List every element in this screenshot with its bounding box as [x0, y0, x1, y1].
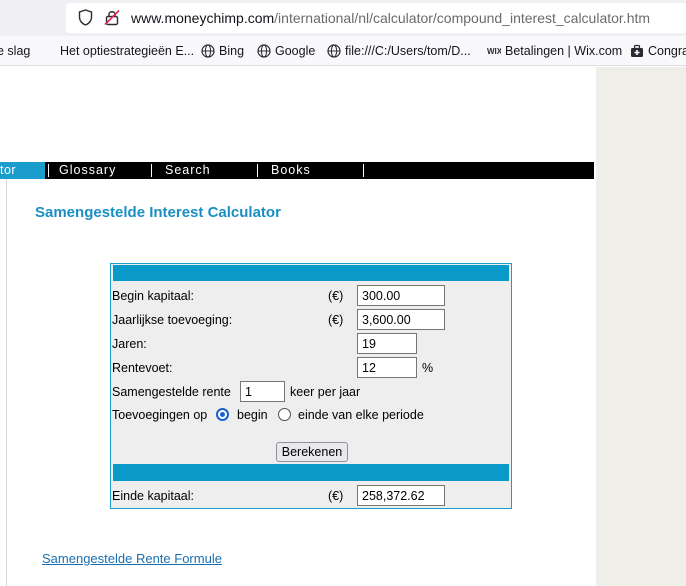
globe-icon — [201, 44, 215, 58]
bookmark-item[interactable]: e slag — [0, 44, 30, 58]
compound-formula-link[interactable]: Samengestelde Rente Formule — [42, 551, 222, 566]
calculate-button[interactable]: Berekenen — [276, 442, 348, 462]
medical-bag-icon — [631, 44, 643, 57]
radio-begin-label: begin — [237, 408, 268, 422]
radio-begin[interactable] — [216, 408, 229, 421]
svg-text:WIX: WIX — [487, 47, 501, 56]
begin-capital-label: Begin kapitaal: — [112, 289, 195, 303]
globe-icon — [327, 44, 341, 58]
bookmarks-bar: e slag Het optiestrategieën E... Bing Go… — [0, 36, 686, 66]
bookmark-label: Bing — [219, 44, 245, 58]
nav-separator — [363, 164, 364, 177]
years-input[interactable] — [357, 333, 417, 354]
bookmark-item[interactable]: Het optiestrategieën E... — [60, 44, 194, 58]
compound-suffix-label: keer per jaar — [290, 385, 361, 399]
nav-separator — [257, 164, 258, 177]
bookmark-label: Het optiestrategieën E... — [60, 44, 195, 58]
end-capital-label: Einde kapitaal: — [112, 489, 195, 503]
shield-icon[interactable] — [78, 9, 93, 26]
bookmark-item[interactable]: Google — [257, 44, 315, 58]
url-path: /international/nl/calculator/compound_in… — [274, 10, 651, 26]
calculator-result-bar — [113, 464, 509, 481]
right-side-panel — [596, 67, 686, 586]
nav-separator — [151, 164, 152, 177]
percent-label: % — [422, 361, 434, 375]
browser-url-bar: www.moneychimp.com/international/nl/calc… — [0, 0, 686, 36]
globe-icon — [257, 44, 271, 58]
url-text[interactable]: www.moneychimp.com/international/nl/calc… — [131, 10, 650, 26]
currency-label: (€) — [328, 489, 344, 503]
calculator-header-bar — [113, 265, 509, 281]
url-host: www.moneychimp.com — [131, 10, 275, 26]
annual-addition-label: Jaarlijkse toevoeging: — [112, 313, 233, 327]
wix-icon: WIX — [487, 47, 501, 56]
compound-frequency-input[interactable] — [240, 381, 285, 402]
bookmark-label: Google — [275, 44, 316, 58]
currency-label: (€) — [328, 313, 344, 327]
top-navigation: tor Glossary Search Books — [0, 162, 594, 179]
page-title: Samengestelde Interest Calculator — [35, 204, 281, 221]
radio-end-label: einde van elke periode — [298, 408, 424, 422]
bookmark-label: file:///C:/Users/tom/D... — [345, 44, 471, 58]
begin-capital-input[interactable] — [357, 285, 445, 306]
radio-end-of-period[interactable] — [278, 408, 291, 421]
nav-separator — [48, 164, 49, 177]
interest-rate-input[interactable] — [357, 357, 417, 378]
nav-item-calculator[interactable]: tor — [0, 162, 45, 179]
bookmark-label: Betalingen | Wix.com — [505, 44, 623, 58]
nav-item-search[interactable]: Search — [165, 162, 211, 179]
currency-label: (€) — [328, 289, 344, 303]
years-label: Jaren: — [112, 337, 147, 351]
bookmark-label: Congra — [648, 44, 686, 58]
bookmark-item[interactable]: Bing — [201, 44, 244, 58]
annual-addition-input[interactable] — [357, 309, 445, 330]
interest-rate-label: Rentevoet: — [112, 361, 173, 375]
nav-item-glossary[interactable]: Glossary — [59, 162, 116, 179]
page-content: tor Glossary Search Books Samengestelde … — [0, 67, 686, 586]
bookmark-item[interactable]: file:///C:/Users/tom/D... — [327, 44, 471, 58]
bookmark-label: e slag — [0, 44, 31, 58]
bookmark-item[interactable]: WIX Betalingen | Wix.com — [487, 44, 622, 58]
additions-label: Toevoegingen op — [112, 408, 208, 422]
end-capital-output[interactable] — [357, 485, 445, 506]
nav-item-books[interactable]: Books — [271, 162, 311, 179]
left-divider — [6, 179, 7, 586]
compound-label: Samengestelde rente — [112, 385, 231, 399]
insecure-lock-icon[interactable] — [104, 9, 120, 26]
calculator-form: Begin kapitaal: (€) Jaarlijkse toevoegin… — [110, 263, 512, 509]
bookmark-item[interactable]: Congra — [630, 44, 686, 58]
